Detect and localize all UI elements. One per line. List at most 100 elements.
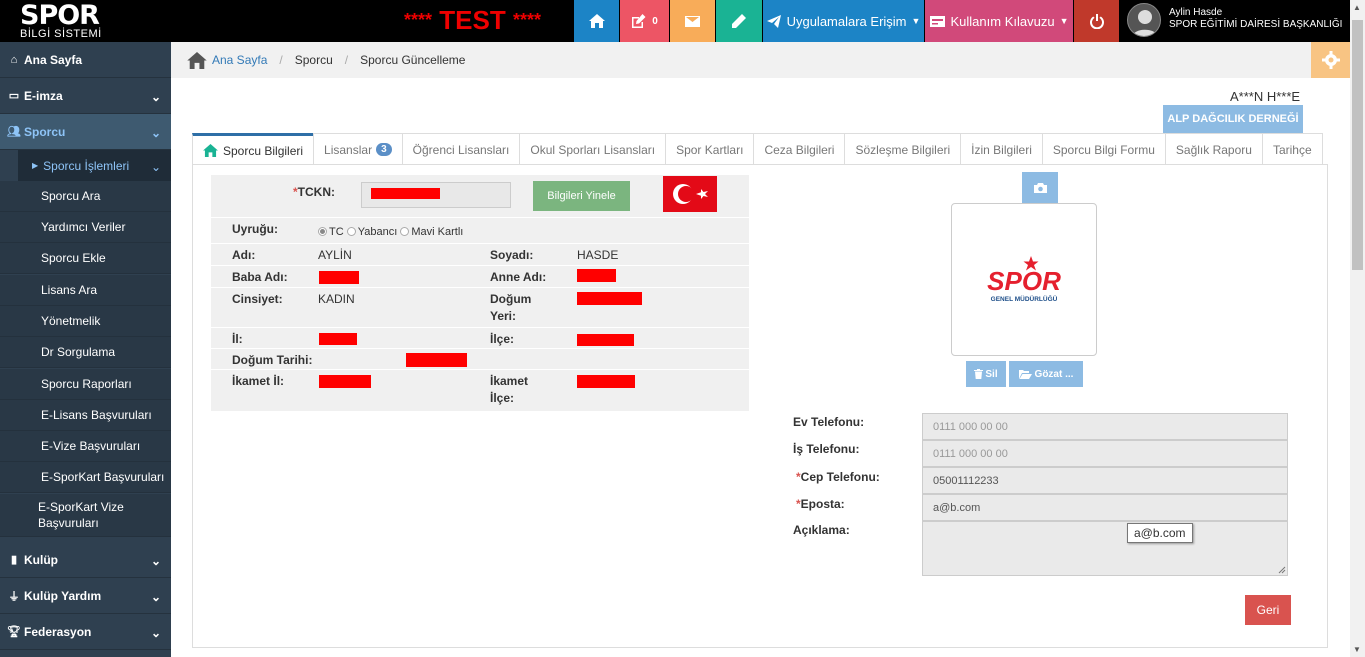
sidebar-subitem[interactable]: E-SporKart Başvuruları [0,462,171,493]
nationality-option-mavi-kartli[interactable]: Mavi Kartlı [400,226,463,238]
soyad-label: Soyadı: [490,248,534,262]
plug-icon: ⏚ [8,590,20,603]
aciklama-label: Açıklama: [793,523,850,537]
bar-chart-icon: ▮ [10,554,18,566]
gear-icon [1321,51,1340,69]
sidebar-subitem[interactable]: E-SporKart Vize Başvuruları [0,494,171,537]
logo-text: SPOR [20,0,100,31]
tab-tarihce[interactable]: Tarihçe [1261,133,1323,165]
sidebar-subitem[interactable]: Dr Sorgulama [0,337,171,368]
tab-saglik-raporu[interactable]: Sağlık Raporu [1164,133,1263,165]
user-guide-dropdown[interactable]: Kullanım Kılavuzu ▼ [925,0,1073,42]
chevron-down-icon: ⌄ [150,126,161,140]
radio-icon [400,227,410,236]
name-row: Adı: AYLİN Soyadı: HASDE [211,244,749,266]
eposta-label: *Eposta: [796,497,845,511]
caret-down-icon: ▼ [1059,16,1069,26]
apps-access-dropdown[interactable]: Uygulamalara Erişim ▼ [763,0,924,42]
pencil-button[interactable] [716,0,762,42]
tab-okul-sporlari-lisanslari[interactable]: Okul Sporları Lisansları [519,133,667,165]
home-button[interactable] [574,0,619,42]
ev-telefonu-input[interactable]: 0111 000 00 00 [922,413,1288,440]
sidebar: ⌂ Ana Sayfa ▭ E-imza ⌄ 👥︎ Sporcu ⌄ ▶ Spo… [0,42,171,657]
tab-spor-kartlari[interactable]: Spor Kartları [665,133,755,165]
settings-button[interactable] [1311,42,1350,78]
sidebar-item-kulup[interactable]: ▮ Kulüp ⌄ [0,542,171,578]
sidebar-subitem[interactable]: Yardımcı Veriler [0,212,171,243]
tab-bar: Sporcu Bilgileri Lisanslar 3 Öğrenci Lis… [192,133,1323,166]
redacted-value [371,188,440,199]
home-icon [588,14,605,28]
chevron-down-icon: ⌄ [150,554,161,568]
redacted-value [319,271,359,284]
sidebar-subitem[interactable]: Sporcu Raporları [0,369,171,400]
nationality-option-yabanci[interactable]: Yabancı [346,226,397,238]
tab-sporcu-bilgi-formu[interactable]: Sporcu Bilgi Formu [1041,133,1166,165]
cep-telefonu-input[interactable]: 05001112233 [922,467,1288,494]
tab-sozlesme-bilgileri[interactable]: Sözleşme Bilgileri [844,133,962,165]
sidebar-item-ana-sayfa[interactable]: ⌂ Ana Sayfa [0,42,171,78]
delete-photo-button[interactable]: Sil [966,361,1006,387]
sidebar-subheader-sporcu-islemleri[interactable]: ▶ Sporcu İşlemleri ⌄ [18,150,171,181]
tab-ceza-bilgileri[interactable]: Ceza Bilgileri [753,133,846,165]
sidebar-subitem[interactable]: Sporcu Ekle [0,243,171,274]
is-telefonu-label: İş Telefonu: [793,442,860,456]
redacted-value [577,375,635,388]
edit-icon [632,14,646,28]
sidebar-subitem[interactable]: Sporcu Ara [0,181,171,212]
tab-izin-bilgileri[interactable]: İzin Bilgileri [960,133,1043,165]
club-button[interactable]: ALP DAĞCILIK DERNEĞİ [1163,105,1303,133]
aciklama-textarea[interactable] [922,521,1288,576]
breadcrumb-home[interactable]: Ana Sayfa [187,51,267,69]
scroll-down-icon[interactable]: ▼ [1353,645,1361,654]
anne-label: Anne Adı: [490,270,547,284]
breadcrumb: Ana Sayfa / Sporcu / Sporcu Güncelleme [171,42,1350,78]
cep-telefonu-label: *Cep Telefonu: [796,470,880,484]
chevron-down-icon: ⌄ [150,590,161,604]
sidebar-item-sporcu[interactable]: 👥︎ Sporcu ⌄ [0,114,171,150]
birth-date-row: Doğum Tarihi: [211,349,749,370]
scroll-up-icon[interactable]: ▲ [1353,3,1361,12]
breadcrumb-sporcu[interactable]: Sporcu [295,53,333,67]
is-telefonu-input[interactable]: 0111 000 00 00 [922,440,1288,467]
home-icon [187,51,207,69]
notifications-count: 0 [652,15,658,27]
turkey-flag-icon [663,176,717,212]
user-profile[interactable]: Aylin Hasde SPOR EĞİTİMİ DAİRESİ BAŞKANL… [1119,0,1350,42]
redacted-value [406,353,467,367]
edit-notifications-button[interactable]: 0 [620,0,669,42]
chevron-down-icon: ⌄ [150,160,161,174]
back-button[interactable]: Geri [1245,595,1291,625]
tab-panel: *TCKN: Bilgileri Yinele Uyruğu: TC Yaban… [192,164,1328,648]
dogum-tarihi-label: Doğum Tarihi: [232,353,313,367]
nationality-option-tc[interactable]: TC [318,226,344,238]
sidebar-item-e-imza[interactable]: ▭ E-imza ⌄ [0,78,171,114]
sidebar-subitem[interactable]: Lisans Ara [0,275,171,306]
eposta-input[interactable]: a@b.com [922,494,1288,521]
gender-row: Cinsiyet: KADIN Doğum Yeri: [211,288,749,328]
camera-button[interactable] [1022,172,1058,203]
ikamet-il-label: İkamet İl: [232,374,285,388]
nationality-row: Uyruğu: TC Yabancı Mavi Kartlı [211,218,749,244]
sidebar-subitem[interactable]: E-Lisans Başvuruları [0,400,171,431]
caret-down-icon: ▼ [911,16,921,26]
resize-handle-icon[interactable] [1278,566,1286,574]
sidebar-item-federasyon[interactable]: 🏆︎ Federasyon ⌄ [0,614,171,650]
page-scrollbar[interactable]: ▲ ▼ [1350,0,1365,657]
breadcrumb-current: Sporcu Güncelleme [360,53,466,67]
logout-button[interactable] [1074,0,1119,42]
browse-photo-button[interactable]: Gözat ... [1009,361,1083,387]
scrollbar-thumb[interactable] [1352,20,1363,270]
refresh-info-button[interactable]: Bilgileri Yinele [533,181,630,211]
tab-sporcu-bilgileri[interactable]: Sporcu Bilgileri [192,133,315,166]
app-logo[interactable]: SPOR BİLGİ SİSTEMİ [6,1,176,41]
logo-subtext: BİLGİ SİSTEMİ [20,28,102,40]
avatar [1127,3,1161,37]
caret-right-icon: ▶ [32,161,39,170]
tab-ogrenci-lisanslari[interactable]: Öğrenci Lisansları [401,133,521,165]
tab-lisanslar[interactable]: Lisanslar 3 [313,133,403,165]
messages-button[interactable] [670,0,715,42]
sidebar-subitem[interactable]: Yönetmelik [0,306,171,337]
sidebar-item-kulup-yardim[interactable]: ⏚ Kulüp Yardım ⌄ [0,578,171,614]
sidebar-subitem[interactable]: E-Vize Başvuruları [0,431,171,462]
